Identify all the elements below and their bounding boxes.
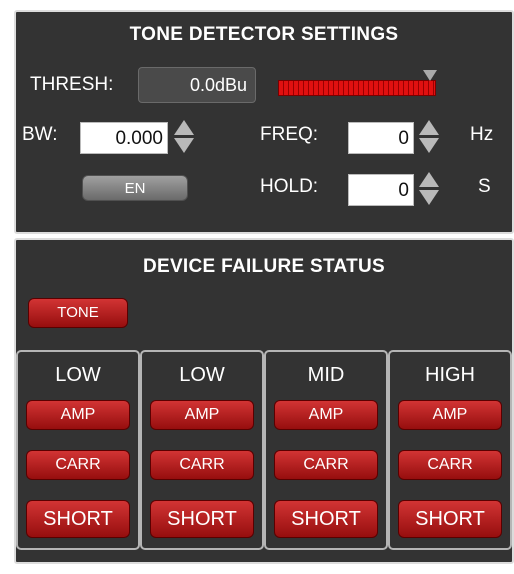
- carr-fail-indicator: CARR: [150, 450, 254, 480]
- amp-fail-indicator: AMP: [274, 400, 378, 430]
- band-label: LOW: [55, 364, 101, 386]
- thresh-readout: 0.0dBu: [138, 67, 256, 103]
- freq-unit: Hz: [470, 124, 494, 145]
- amp-fail-indicator: AMP: [398, 400, 502, 430]
- down-arrow-icon[interactable]: [419, 138, 439, 153]
- tone-detector-panel: TONE DETECTOR SETTINGS THRESH: 0.0dBu BW…: [14, 10, 514, 234]
- bw-input[interactable]: 0.000: [80, 122, 168, 154]
- freq-input[interactable]: 0: [348, 122, 414, 154]
- down-arrow-icon[interactable]: [419, 190, 439, 205]
- threshold-meter[interactable]: [278, 80, 436, 96]
- bw-stepper[interactable]: [174, 120, 194, 154]
- band-column-high: HIGH AMP CARR SHORT: [388, 350, 512, 550]
- device-failure-panel: DEVICE FAILURE STATUS TONE LOW AMP CARR …: [14, 238, 514, 564]
- device-failure-title: DEVICE FAILURE STATUS: [142, 256, 386, 277]
- freq-label: FREQ:: [260, 124, 319, 145]
- enable-button[interactable]: EN: [82, 175, 188, 201]
- threshold-marker-icon[interactable]: [423, 70, 437, 81]
- hold-stepper[interactable]: [419, 172, 439, 206]
- short-fail-indicator: SHORT: [398, 500, 502, 538]
- carr-fail-indicator: CARR: [26, 450, 130, 480]
- bw-label: BW:: [22, 124, 58, 145]
- up-arrow-icon[interactable]: [174, 120, 194, 135]
- hold-input[interactable]: 0: [348, 174, 414, 206]
- down-arrow-icon[interactable]: [174, 138, 194, 153]
- short-fail-indicator: SHORT: [26, 500, 130, 538]
- band-label: LOW: [179, 364, 225, 386]
- carr-fail-indicator: CARR: [274, 450, 378, 480]
- short-fail-indicator: SHORT: [150, 500, 254, 538]
- band-column-low-1: LOW AMP CARR SHORT: [16, 350, 140, 550]
- tone-detector-window: TONE DETECTOR SETTINGS THRESH: 0.0dBu BW…: [0, 0, 514, 574]
- short-fail-indicator: SHORT: [274, 500, 378, 538]
- band-column-mid: MID AMP CARR SHORT: [264, 350, 388, 550]
- hold-label: HOLD:: [260, 176, 319, 197]
- up-arrow-icon[interactable]: [419, 172, 439, 187]
- tone-detector-title: TONE DETECTOR SETTINGS: [129, 24, 399, 45]
- band-label: HIGH: [425, 364, 475, 386]
- carr-fail-indicator: CARR: [398, 450, 502, 480]
- amp-fail-indicator: AMP: [26, 400, 130, 430]
- band-column-low-2: LOW AMP CARR SHORT: [140, 350, 264, 550]
- hold-unit: S: [478, 176, 491, 197]
- thresh-label: THRESH:: [30, 74, 114, 95]
- amp-fail-indicator: AMP: [150, 400, 254, 430]
- band-label: MID: [307, 364, 345, 386]
- tone-status-indicator: TONE: [28, 298, 128, 328]
- up-arrow-icon[interactable]: [419, 120, 439, 135]
- freq-stepper[interactable]: [419, 120, 439, 154]
